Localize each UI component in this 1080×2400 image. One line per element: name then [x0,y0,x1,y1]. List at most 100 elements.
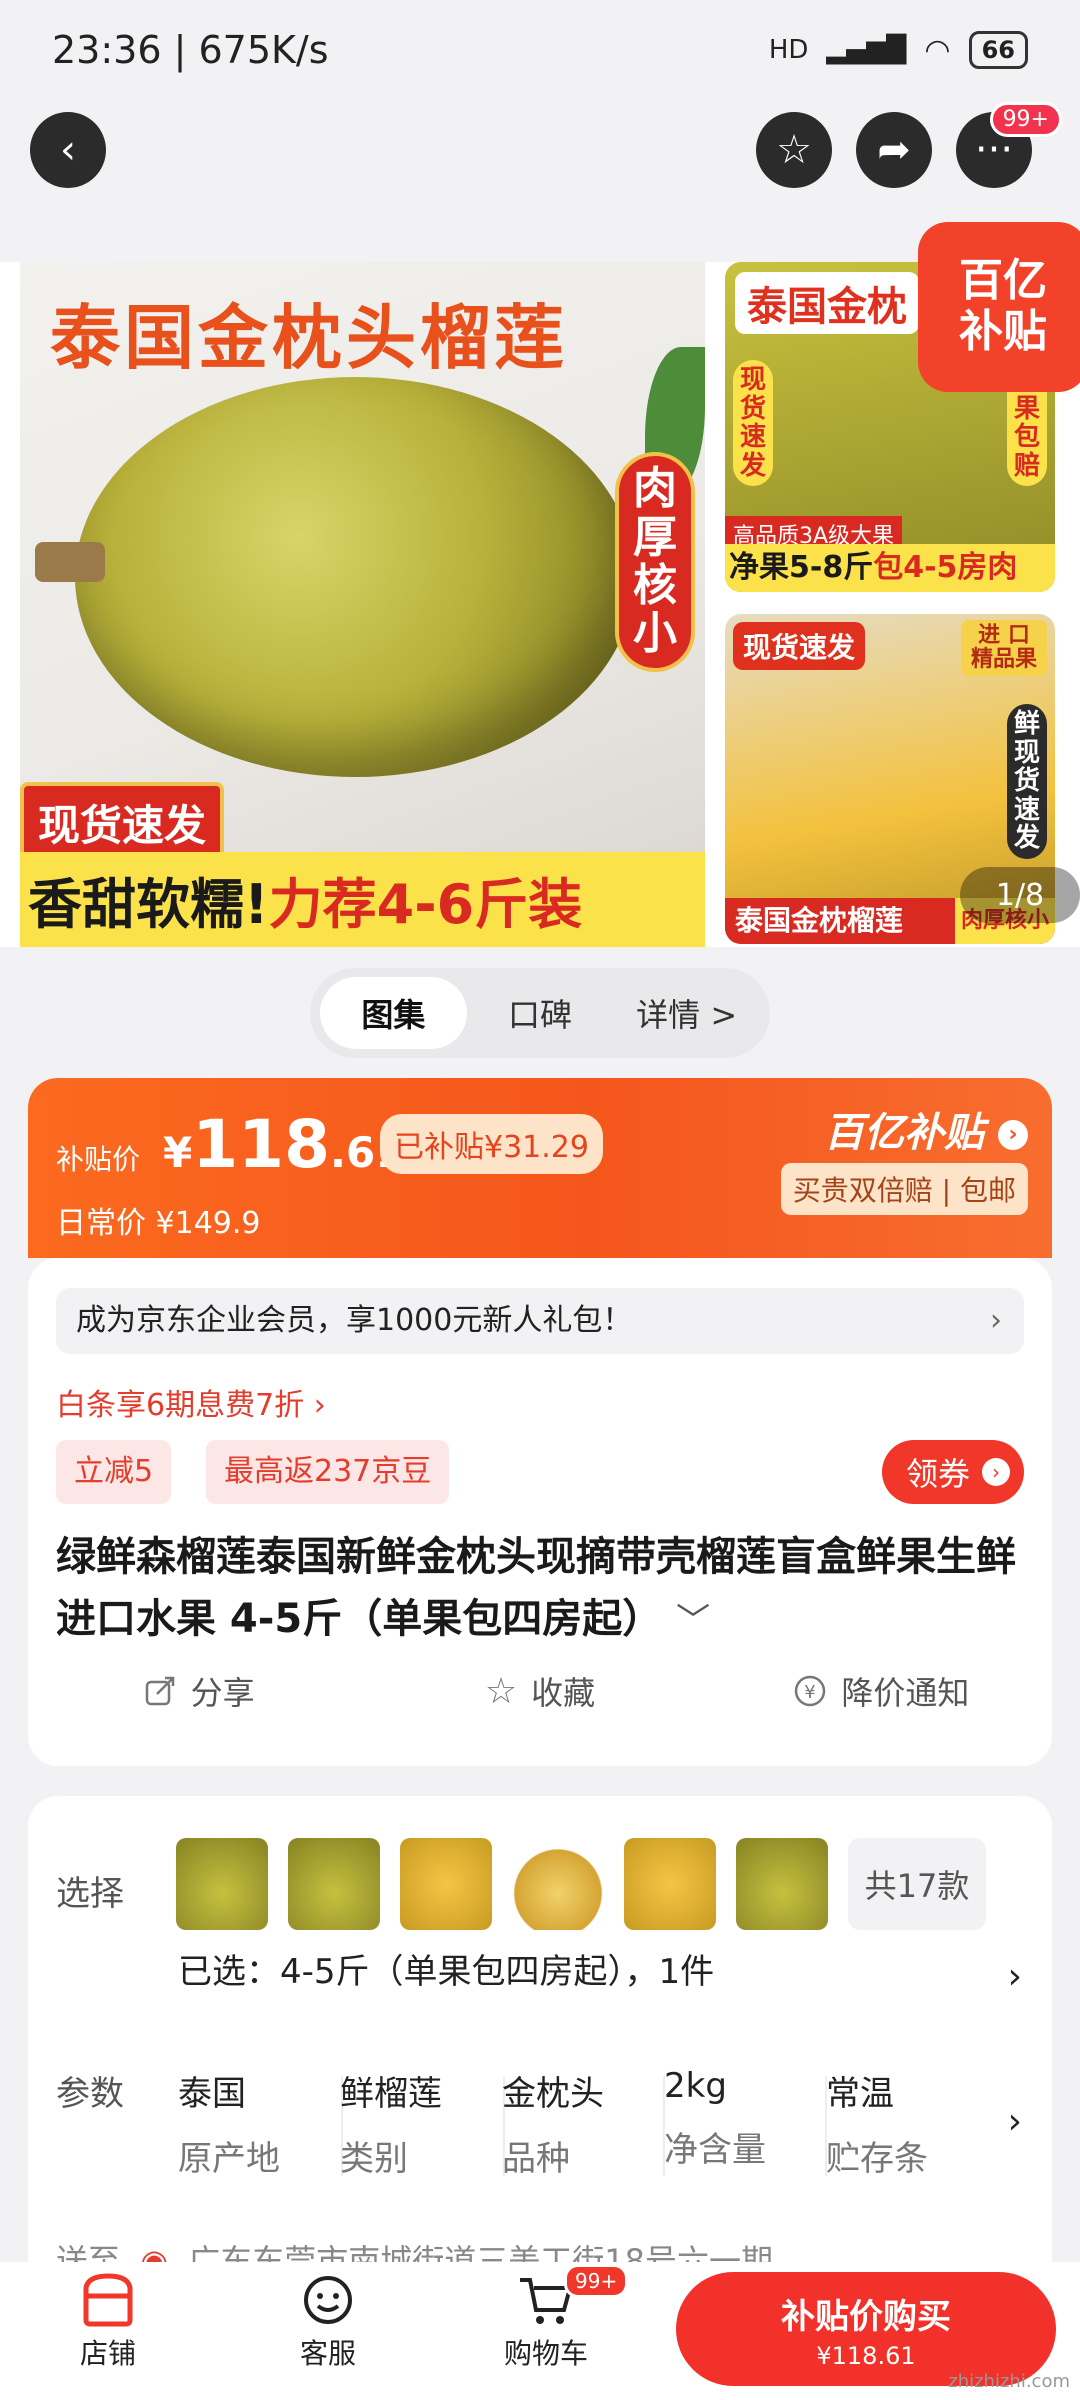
imported-line: 精品果 [970,647,1037,673]
param-key: 净含量 [664,2130,766,2170]
tab-reviews[interactable]: 口碑 [467,977,614,1049]
cart-button[interactable]: 99+ 购物车 [486,2264,629,2372]
side-char: 现 [739,365,766,395]
badge-char: 核 [633,560,677,611]
thumb-bottom-text: 泰国金枕榴莲 [735,904,904,937]
variant-swatch[interactable] [288,1838,380,1930]
daily-price: 日常价 ¥149.9 [56,1206,261,1241]
product-title[interactable]: 绿鲜森榴莲泰国新鲜金枕头现摘带壳榴莲盲盒鲜果生鲜进口水果 4-5斤（单果包四房起… [56,1526,1036,1652]
chevron-right-icon: › [990,1303,1002,1338]
tab-details[interactable]: 详情 > [613,977,760,1049]
side-char: 鲜 [1013,709,1040,739]
side-char: 速 [739,422,766,453]
net-weight: 净果5-8斤 [729,550,874,585]
notification-badge: 99+ [989,102,1062,137]
favorite-label: 收藏 [531,1674,596,1712]
expand-chevron-icon[interactable]: ﹀ [676,1601,710,1641]
jingdou-tag: 最高返237京豆 [206,1440,450,1504]
share-label: 分享 [190,1674,255,1712]
badge-char: 小 [633,608,677,660]
signal-icon: ▂▄▆█ [826,35,907,65]
get-coupon-button[interactable]: 领券 › [881,1440,1024,1504]
logo-line: 百亿 [959,255,1047,307]
wifi-icon: ◠ [924,32,951,68]
star-icon: ☆ [776,127,812,173]
variant-swatch[interactable] [400,1838,492,1930]
imported-badge: 进 口 精品果 [960,620,1047,677]
more-button[interactable]: ··· 99+ [956,102,1062,188]
param-key: 原产地 [178,2139,280,2179]
imported-line: 进 口 [978,623,1030,648]
brand-label: 百亿补贴 [824,1110,985,1156]
param-key: 类别 [340,2139,408,2179]
thumb-stock-badge: 现货速发 [733,622,866,670]
status-bar: 23:36 | 675K/s HD ▂▄▆█ ◠ 66 [0,0,1080,100]
chevron-right-icon[interactable]: › [1008,1956,1022,1997]
gallery-tabs: 图集 口碑 详情 > [310,968,770,1058]
network-label: HD [768,35,809,65]
svg-text:¥: ¥ [805,1682,816,1703]
product-title-text: 绿鲜森榴莲泰国新鲜金枕头现摘带壳榴莲盲盒鲜果生鲜进口水果 4-5斤（单果包四房起… [56,1534,1016,1642]
top-nav: ‹ ☆ ➦ ··· 99+ [0,102,1080,188]
selected-variant[interactable]: 已选：4-5斤（单果包四房起），1件 [178,1944,714,1993]
param-category: 鲜榴莲 类别 [340,2066,500,2180]
stock-badge: 现货速发 [20,782,225,863]
customer-service-button[interactable]: 客服 [268,2272,388,2372]
durian-stem [35,542,105,582]
image-pager: 1/8 [960,867,1080,923]
price-alert-action[interactable]: ¥ 降价通知 [711,1668,1052,1714]
side-char: 果 [1013,393,1040,424]
product-gallery[interactable]: 泰国金枕头榴莲 肉 厚 核 小 现货速发 香甜软糯! 力荐4-6斤装 泰国金枕 … [0,222,1080,947]
side-char: 速 [1013,794,1040,825]
baitiao-promo[interactable]: 白条享6期息费7折 › [56,1380,326,1424]
share-button[interactable]: ➦ [856,112,932,188]
flesh-count: 包4-5房肉 [873,550,1018,585]
share-icon: ➦ [877,127,911,173]
chat-icon [304,2276,352,2324]
tab-gallery[interactable]: 图集 [320,977,467,1049]
main-product-image[interactable]: 泰国金枕头榴莲 肉 厚 核 小 现货速发 香甜软糯! 力荐4-6斤装 [20,262,705,947]
variant-total[interactable]: 共17款 [848,1838,986,1930]
slogan-highlight: 力荐4-6斤装 [268,873,583,936]
slogan-part: 香甜软糯! [28,873,269,936]
discount-tag: 立减5 [56,1440,172,1504]
cart-badge: 99+ [564,2264,629,2298]
variant-swatch[interactable] [624,1838,716,1930]
select-label: 选择 [56,1874,124,1914]
param-value: 泰国 [178,2074,246,2114]
buy-label: 补贴价购买 [781,2296,951,2337]
share-action[interactable]: 分享 [28,1668,369,1714]
param-origin: 泰国 原产地 [178,2066,338,2180]
cart-label: 购物车 [503,2337,588,2370]
variant-swatch[interactable] [512,1838,604,1930]
durian-illustration [75,377,635,777]
image-title: 泰国金枕头榴莲 [50,297,568,379]
billion-subsidy-link[interactable]: 百亿补贴 › [824,1100,1028,1158]
coupon-label: 领券 [905,1455,970,1493]
chevron-right-icon: › [998,1120,1028,1150]
side-char: 发 [739,450,766,481]
share-icon [145,1676,174,1706]
favorite-button[interactable]: ☆ [756,112,832,188]
net-weight-label: 净果5-8斤包4-5房肉 [725,544,1055,592]
thumb-title: 泰国金枕 [735,272,919,334]
service-label: 客服 [299,2337,356,2370]
favorite-action[interactable]: ☆ 收藏 [369,1668,710,1714]
subsidy-amount-badge: 已补贴¥31.29 [380,1114,603,1174]
billion-subsidy-logo: 百亿 补贴 [918,222,1080,392]
params-label: 参数 [56,2074,124,2114]
variant-swatch[interactable] [176,1838,268,1930]
side-char: 货 [739,393,766,424]
buy-now-button[interactable]: 补贴价购买 ¥118.61 [676,2272,1056,2386]
param-storage: 常温 贮存条 [826,2066,976,2180]
back-button[interactable]: ‹ [30,112,106,188]
store-button[interactable]: 店铺 [48,2272,168,2372]
store-label: 店铺 [79,2337,136,2370]
logo-line: 补贴 [959,306,1047,357]
buy-price: ¥118.61 [816,2341,916,2370]
price-card: 补贴价 ¥118.61 已补贴¥31.29 日常价 ¥149.9 百亿补贴 › … [28,1078,1052,1258]
enterprise-member-banner[interactable]: 成为京东企业会员，享1000元新人礼包！ › [56,1288,1024,1354]
badge-char: 厚 [633,511,677,563]
chevron-right-icon[interactable]: › [1008,2101,1022,2142]
variant-swatch[interactable] [736,1838,828,1930]
